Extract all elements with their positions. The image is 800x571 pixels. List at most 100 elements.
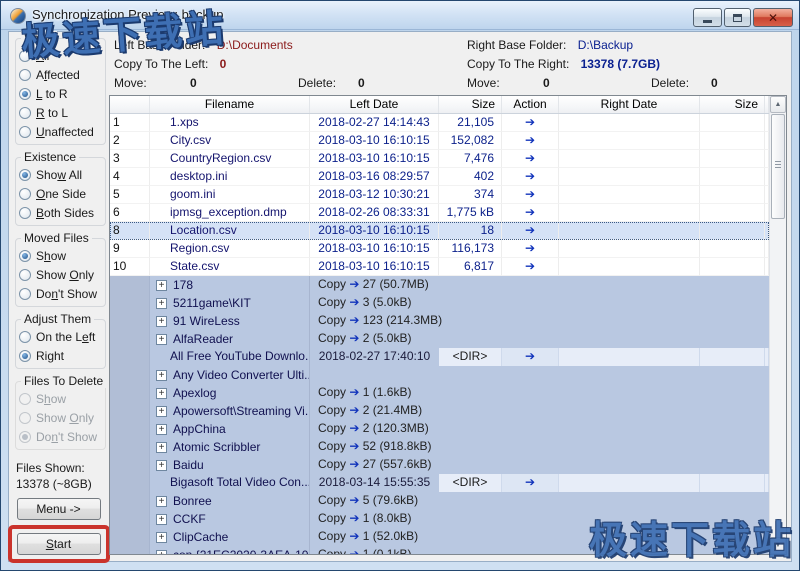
expand-icon[interactable]: +	[156, 334, 167, 345]
maximize-button[interactable]	[724, 8, 751, 27]
table-row[interactable]: 11.xps2018-02-27 14:14:4321,105➔	[110, 114, 769, 132]
radio-show-all[interactable]: Show All	[19, 165, 104, 184]
radio-one-side[interactable]: One Side	[19, 184, 104, 203]
start-button[interactable]: Start	[17, 533, 101, 555]
radio-show[interactable]: Show	[19, 246, 104, 265]
copy-label: Copy	[318, 547, 349, 554]
cell-action: ➔	[502, 150, 559, 168]
radio-r-to-l[interactable]: R to L	[19, 103, 104, 122]
expand-icon[interactable]: +	[156, 370, 167, 381]
radio-on-the-left[interactable]: On the Left	[19, 327, 104, 346]
group-label-moved-files: Moved Files	[21, 231, 92, 245]
radio-unaffected[interactable]: Unaffected	[19, 122, 104, 141]
radio-show-only[interactable]: Show Only	[19, 265, 104, 284]
table-row[interactable]: + CCKF Copy ➔ 1 (8.0kB)	[110, 510, 769, 528]
cell-action-info: Copy ➔ 1 (52.0kB)	[310, 528, 769, 546]
close-button[interactable]: ✕	[753, 8, 793, 27]
column-right-date[interactable]: Right Date	[559, 96, 700, 113]
radio-l-to-r[interactable]: L to R	[19, 84, 104, 103]
folder-name: Apowersoft\Streaming Vi...	[173, 403, 310, 420]
cell-left-date: 2018-02-26 08:33:31	[310, 204, 439, 222]
cell-action: ➔	[502, 186, 559, 204]
expand-icon[interactable]: +	[156, 316, 167, 327]
expand-icon[interactable]: +	[156, 442, 167, 453]
scroll-down-icon[interactable]: ▼	[770, 537, 786, 554]
expand-icon[interactable]: +	[156, 532, 167, 543]
folder-name: AppChina	[173, 421, 226, 438]
table-row[interactable]: All Free YouTube Downlo...2018-02-27 17:…	[110, 348, 769, 366]
table-row[interactable]: 8Location.csv2018-03-10 16:10:1518➔	[110, 222, 769, 240]
folder-name: AlfaReader	[173, 331, 233, 348]
expand-icon[interactable]: +	[156, 298, 167, 309]
expand-icon[interactable]: +	[156, 550, 167, 555]
expand-icon[interactable]: +	[156, 406, 167, 417]
table-row[interactable]: +BaiduCopy ➔ 27 (557.6kB)	[110, 456, 769, 474]
radio-both-sides[interactable]: Both Sides	[19, 203, 104, 222]
table-row[interactable]: +91 WireLessCopy ➔ 123 (214.3MB)	[110, 312, 769, 330]
radio-all[interactable]: All	[19, 46, 104, 65]
table-row[interactable]: +con.{21EC2020-3AEA-10..Copy ➔ 1 (0.1kB)	[110, 546, 769, 554]
table-row[interactable]: +AlfaReaderCopy ➔ 2 (5.0kB)	[110, 330, 769, 348]
table-row[interactable]: +5211game\KITCopy ➔ 3 (5.0kB)	[110, 294, 769, 312]
vertical-scrollbar[interactable]: ▲ ▼	[769, 96, 786, 554]
table-row[interactable]: 4desktop.ini2018-03-16 08:29:57402➔	[110, 168, 769, 186]
table-row[interactable]: 6ipmsg_exception.dmp2018-02-26 08:33:311…	[110, 204, 769, 222]
cell-size-right	[700, 186, 765, 204]
right-move-value: 0	[543, 76, 651, 95]
table-row[interactable]: +AppChinaCopy ➔ 2 (120.3MB)	[110, 420, 769, 438]
scrollbar-thumb[interactable]	[771, 114, 785, 219]
expand-icon[interactable]: +	[156, 460, 167, 471]
left-move-value: 0	[190, 76, 298, 95]
table-row[interactable]: +178Copy ➔ 27 (50.7MB)	[110, 276, 769, 294]
cell-rownum	[110, 420, 150, 438]
minimize-button[interactable]	[693, 8, 722, 27]
table-row[interactable]: Bigasoft Total Video Con...2018-03-14 15…	[110, 474, 769, 492]
table-row[interactable]: +ApexlogCopy ➔ 1 (1.6kB)	[110, 384, 769, 402]
expand-icon[interactable]: +	[156, 424, 167, 435]
copy-arrow-icon: ➔	[349, 439, 359, 453]
table-header: Filename Left Date Size Action Right Dat…	[110, 96, 769, 114]
table-row[interactable]: 2City.csv2018-03-10 16:10:15152,082➔	[110, 132, 769, 150]
expand-icon[interactable]: +	[156, 388, 167, 399]
cell-right-date	[559, 348, 700, 366]
table-row[interactable]: +BonreeCopy ➔ 5 (79.6kB)	[110, 492, 769, 510]
copy-label: Copy	[318, 493, 349, 507]
table-row[interactable]: 9Region.csv2018-03-10 16:10:15116,173➔	[110, 240, 769, 258]
table-row[interactable]: 10State.csv2018-03-10 16:10:156,817➔	[110, 258, 769, 276]
table-row[interactable]: +Atomic ScribblerCopy ➔ 52 (918.8kB)	[110, 438, 769, 456]
column-rownum[interactable]	[110, 96, 150, 113]
cell-rownum: 10	[110, 258, 150, 276]
cell-right-date	[559, 132, 700, 150]
cell-action-info: Copy ➔ 1 (8.0kB)	[310, 510, 769, 528]
cell-filename: goom.ini	[150, 186, 310, 204]
scroll-up-icon[interactable]: ▲	[770, 96, 786, 113]
cell-right-date	[559, 114, 700, 132]
radio-don-t-show[interactable]: Don't Show	[19, 284, 104, 303]
cell-left-date: 2018-03-14 15:55:35	[310, 474, 439, 492]
expand-icon[interactable]: +	[156, 280, 167, 291]
table-row[interactable]: 5goom.ini2018-03-12 10:30:21374➔	[110, 186, 769, 204]
table-row[interactable]: +Any Video Converter Ulti...	[110, 366, 769, 384]
radio-right[interactable]: Right	[19, 346, 104, 365]
column-filename[interactable]: Filename	[150, 96, 310, 113]
cell-size: 152,082	[439, 132, 502, 150]
cell-action: ➔	[502, 204, 559, 222]
cell-size-right	[700, 204, 765, 222]
expand-icon[interactable]: +	[156, 514, 167, 525]
radio-label: Show All	[36, 168, 82, 182]
radio-affected[interactable]: Affected	[19, 65, 104, 84]
column-left-date[interactable]: Left Date	[310, 96, 439, 113]
column-size[interactable]: Size	[439, 96, 502, 113]
folder-name: CCKF	[173, 511, 206, 528]
cell-rownum	[110, 276, 150, 294]
column-size-right[interactable]: Size	[700, 96, 765, 113]
menu-button[interactable]: Menu ->	[17, 498, 101, 520]
table-row[interactable]: 3CountryRegion.csv2018-03-10 16:10:157,4…	[110, 150, 769, 168]
table-row[interactable]: +ClipCacheCopy ➔ 1 (52.0kB)	[110, 528, 769, 546]
close-icon: ✕	[768, 11, 778, 25]
expand-icon[interactable]: +	[156, 496, 167, 507]
cell-rownum: 8	[110, 222, 150, 240]
column-action[interactable]: Action	[502, 96, 559, 113]
copy-to-right-value: 13378 (7.7GB)	[581, 57, 660, 71]
table-row[interactable]: +Apowersoft\Streaming Vi...Copy ➔ 2 (21.…	[110, 402, 769, 420]
